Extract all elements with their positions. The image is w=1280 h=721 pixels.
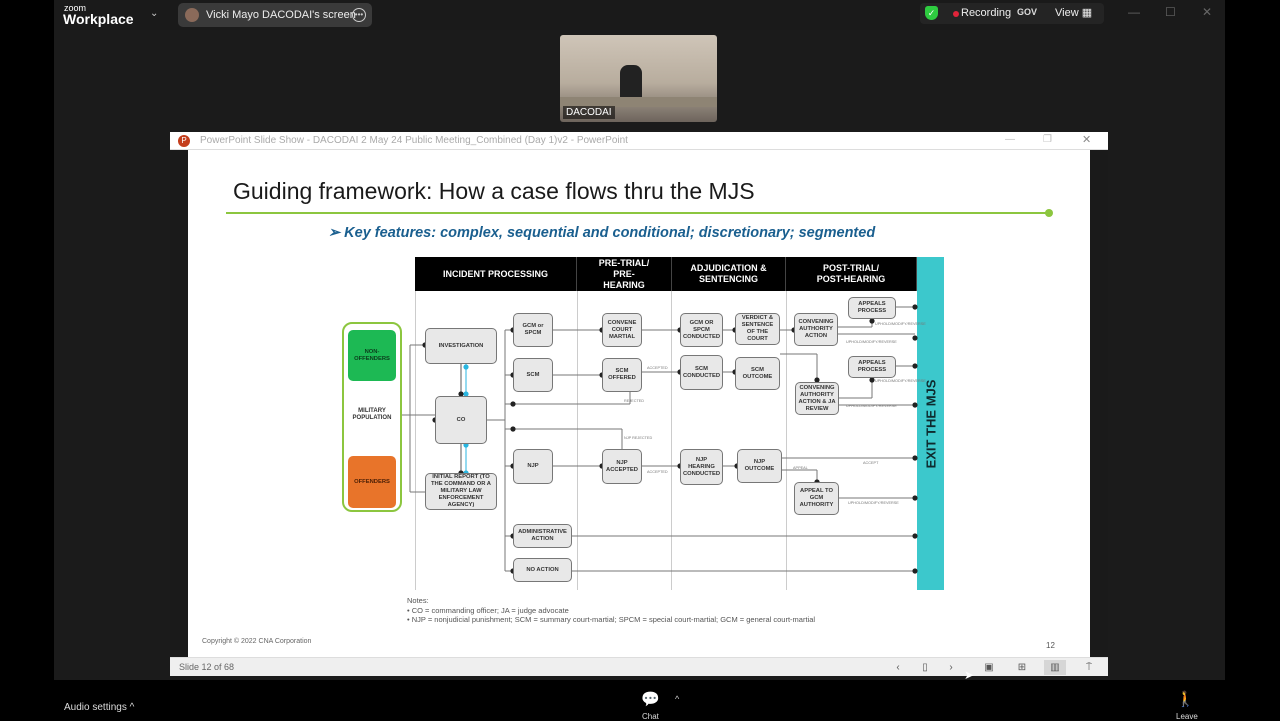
box-investigation: INVESTIGATION (425, 328, 497, 364)
box-initial-report: INITIAL REPORT (TO THE COMMAND OR A MILI… (425, 473, 497, 510)
connector-node (912, 455, 918, 461)
box-scm: SCM (513, 358, 553, 392)
box-scm-offered: SCM OFFERED (602, 358, 642, 392)
connector-node (912, 363, 918, 369)
note-item: • NJP = nonjudicial punishment; SCM = su… (407, 615, 816, 624)
edge-label-uphold: UPHOLD/MODIFY/REVERSE (875, 379, 926, 383)
connector-node (912, 335, 918, 341)
edge-label-appeal: APPEAL (793, 466, 808, 470)
edge-label-uphold: UPHOLD/MODIFY/REVERSE (846, 404, 897, 408)
edge-label-accepted: ACCEPTED (647, 470, 668, 474)
box-appeal-gcm: APPEAL TO GCM AUTHORITY (794, 482, 839, 515)
page-number: 12 (1046, 641, 1055, 650)
edge-label-njp-rejected: NJP REJECTED (624, 436, 653, 440)
non-offenders-box: NON-OFFENDERS (348, 330, 396, 381)
box-gcm-spcm: GCM or SPCM (513, 313, 553, 347)
box-convene: CONVENE COURT MARTIAL (602, 313, 642, 347)
connector-node (463, 364, 469, 370)
connector-node (869, 318, 875, 324)
box-scm-outcome: SCM OUTCOME (735, 357, 780, 390)
edge-label-uphold: UPHOLD/MODIFY/REVERSE (875, 322, 926, 326)
slide-counter: Slide 12 of 68 (179, 662, 235, 672)
connector-node (869, 377, 875, 383)
military-population-label: MILITARY POPULATION (352, 408, 392, 421)
box-njp-hearing: NJP HEARING CONDUCTED (680, 449, 723, 485)
notes-title: Notes: (407, 596, 429, 605)
box-ca-ja: CONVENING AUTHORITY ACTION & JA REVIEW (795, 382, 839, 415)
box-appeals2: APPEALS PROCESS (848, 356, 896, 378)
reading-view-icon[interactable]: ▥ (1044, 660, 1066, 675)
slide-sorter-icon[interactable]: ⊞ (1011, 660, 1033, 675)
copyright: Copyright © 2022 CNA Corporation (202, 638, 312, 645)
edge-label-rejected: REJECTED (624, 399, 645, 403)
connector-node (912, 533, 918, 539)
edge-label-uphold: UPHOLD/MODIFY/REVERSE (848, 501, 899, 505)
notes: Notes: • CO = commanding officer; JA = j… (407, 596, 815, 625)
edge-label-accepted: ACCEPTED (647, 366, 668, 370)
box-no-action: NO ACTION (513, 558, 572, 582)
box-njp-accepted: NJP ACCEPTED (602, 449, 642, 484)
connector-node (510, 426, 516, 432)
chat-icon[interactable]: 💬 (641, 690, 660, 708)
connector-node (912, 402, 918, 408)
box-njp-outcome: NJP OUTCOME (737, 449, 782, 483)
slide-icon[interactable]: ▯ (914, 660, 936, 675)
connector-node (912, 495, 918, 501)
connector-node (912, 568, 918, 574)
box-appeals1: APPEALS PROCESS (848, 297, 896, 319)
audio-settings-button[interactable]: Audio settings ^ (64, 702, 134, 713)
next-slide-button[interactable]: › (940, 660, 962, 675)
box-njp: NJP (513, 449, 553, 484)
box-co: CO (435, 396, 487, 444)
normal-view-icon[interactable]: ▣ (978, 660, 1000, 675)
offenders-box: OFFENDERS (348, 456, 396, 508)
note-item: • CO = commanding officer; JA = judge ad… (407, 605, 569, 615)
box-ca-action: CONVENING AUTHORITY ACTION (794, 313, 838, 346)
mouse-cursor-icon: ➤ (964, 668, 975, 682)
slideshow-icon[interactable]: ⍑ (1078, 660, 1100, 675)
box-gcm-conducted: GCM OR SPCM CONDUCTED (680, 313, 723, 347)
previous-slide-button[interactable]: ‹ (887, 660, 909, 675)
box-admin: ADMINISTRATIVE ACTION (513, 524, 572, 548)
edge-label-uphold: UPHOLD/MODIFY/REVERSE (846, 340, 897, 344)
connector-node (912, 304, 918, 310)
leave-icon[interactable]: 🚶 (1176, 690, 1195, 708)
connector-node (510, 401, 516, 407)
edge-label-accept: ACCEPT (863, 461, 879, 465)
box-verdict: VERDICT & SENTENCE OF THE COURT (735, 313, 780, 345)
chat-caret-icon[interactable]: ^ (675, 694, 679, 704)
box-scm-conducted: SCM CONDUCTED (680, 355, 723, 390)
